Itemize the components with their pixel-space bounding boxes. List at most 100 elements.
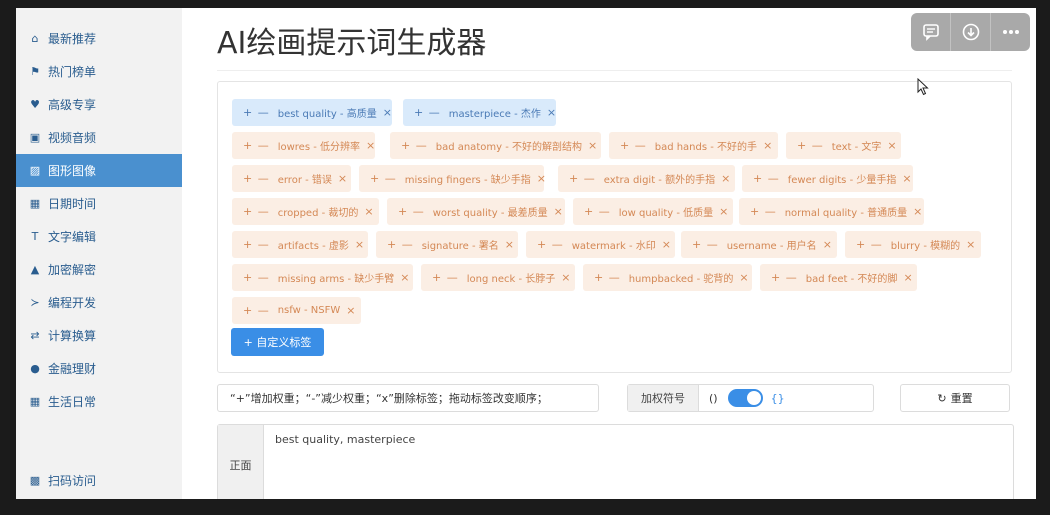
sidebar-item-5[interactable]: ▦ 日期时间 — [16, 187, 182, 220]
negative-tag[interactable]: + — text - 文字 × — [786, 132, 901, 159]
sidebar-item-7[interactable]: ▲ 加密解密 — [16, 253, 182, 286]
weight-adjust-control[interactable]: + — — [432, 271, 459, 284]
negative-tag[interactable]: + — worst quality - 最差质量 × — [387, 198, 565, 225]
add-custom-tag-button[interactable]: + 自定义标签 — [231, 328, 324, 356]
weight-adjust-control[interactable]: + — — [537, 238, 564, 251]
negative-tag[interactable]: + — artifacts - 虚影 × — [232, 231, 368, 258]
sidebar-item-0[interactable]: ⌂ 最新推荐 — [16, 22, 182, 55]
negative-tag[interactable]: + — cropped - 裁切的 × — [232, 198, 379, 225]
remove-tag-icon[interactable]: × — [902, 172, 911, 185]
remove-tag-icon[interactable]: × — [561, 271, 570, 284]
negative-tag[interactable]: + — signature - 署名 × — [376, 231, 518, 258]
weight-adjust-control[interactable]: + — — [243, 304, 270, 317]
weight-adjust-control[interactable]: + — — [750, 205, 777, 218]
selected-tag[interactable]: + — best quality - 高质量 × — [232, 99, 392, 126]
heart-icon: ♥ — [30, 98, 40, 111]
remove-tag-icon[interactable]: × — [739, 271, 748, 284]
negative-tag[interactable]: + — watermark - 水印 × — [526, 231, 675, 258]
weight-adjust-control[interactable]: + — — [584, 205, 611, 218]
remove-tag-icon[interactable]: × — [346, 304, 355, 317]
negative-tag[interactable]: + — blurry - 模糊的 × — [845, 231, 981, 258]
sidebar-item-11[interactable]: ▦ 生活日常 — [16, 385, 182, 418]
remove-tag-icon[interactable]: × — [913, 205, 922, 218]
weight-adjust-control[interactable]: + — — [620, 139, 647, 152]
sidebar-item-3[interactable]: ▣ 视频音频 — [16, 121, 182, 154]
remove-tag-icon[interactable]: × — [903, 271, 912, 284]
sidebar-item-qr-visit[interactable]: ▩ 扫码访问 — [16, 464, 182, 497]
weight-adjust-control[interactable]: + — — [243, 172, 270, 185]
weight-adjust-control[interactable]: + — — [856, 238, 883, 251]
negative-tag[interactable]: + — lowres - 低分辨率 × — [232, 132, 375, 159]
prompt-text[interactable]: best quality, masterpiece — [275, 433, 415, 446]
remove-tag-icon[interactable]: × — [763, 139, 772, 152]
negative-tag[interactable]: + — missing fingers - 缺少手指 × — [359, 165, 546, 192]
remove-tag-icon[interactable]: × — [364, 205, 373, 218]
weight-adjust-control[interactable]: + — — [414, 106, 441, 119]
remove-tag-icon[interactable]: × — [887, 139, 896, 152]
negative-tag[interactable]: + — missing arms - 缺少手臂 × — [232, 264, 413, 291]
weight-adjust-control[interactable]: + — — [387, 238, 414, 251]
remove-tag-icon[interactable]: × — [383, 106, 392, 119]
weight-adjust-control[interactable]: + — — [401, 139, 428, 152]
sidebar-item-1[interactable]: ⚑ 热门榜单 — [16, 55, 182, 88]
sidebar-item-9[interactable]: ⇄ 计算换算 — [16, 319, 182, 352]
negative-tag[interactable]: + — nsfw - NSFW × — [232, 297, 361, 324]
remove-tag-icon[interactable]: × — [588, 139, 597, 152]
weight-adjust-control[interactable]: + — — [569, 172, 596, 185]
weight-adjust-control[interactable]: + — — [594, 271, 621, 284]
negative-tag[interactable]: + — bad feet - 不好的脚 × — [760, 264, 917, 291]
weight-adjust-control[interactable]: + — — [797, 139, 824, 152]
download-button[interactable] — [950, 13, 990, 51]
remove-tag-icon[interactable]: × — [719, 205, 728, 218]
remove-tag-icon[interactable]: × — [505, 238, 514, 251]
weight-adjust-control[interactable]: + — — [243, 106, 270, 119]
remove-tag-icon[interactable]: × — [721, 172, 730, 185]
weight-adjust-control[interactable]: + — — [398, 205, 425, 218]
positive-label: 正面 — [218, 425, 264, 499]
negative-tag[interactable]: + — normal quality - 普通质量 × — [739, 198, 924, 225]
remove-tag-icon[interactable]: × — [338, 172, 347, 185]
negative-tag[interactable]: + — humpbacked - 驼背的 × — [583, 264, 752, 291]
sidebar-item-2[interactable]: ♥ 高级专享 — [16, 88, 182, 121]
remove-tag-icon[interactable]: × — [366, 139, 375, 152]
more-button[interactable] — [990, 13, 1030, 51]
tag-label: humpbacked - 驼背的 — [628, 274, 734, 285]
negative-tag[interactable]: + — error - 错误 × — [232, 165, 351, 192]
comment-icon — [922, 24, 939, 41]
negative-tag[interactable]: + — extra digit - 额外的手指 × — [558, 165, 735, 192]
selected-tag[interactable]: + — masterpiece - 杰作 × — [403, 99, 556, 126]
negative-tag[interactable]: + — bad anatomy - 不好的解剖结构 × — [390, 132, 601, 159]
weight-adjust-control[interactable]: + — — [243, 238, 270, 251]
negative-tag[interactable]: + — bad hands - 不好的手 × — [609, 132, 778, 159]
weight-adjust-control[interactable]: + — — [753, 172, 780, 185]
sidebar-item-6[interactable]: T 文字编辑 — [16, 220, 182, 253]
flag-icon: ⚑ — [30, 65, 40, 78]
remove-tag-icon[interactable]: × — [400, 271, 409, 284]
weight-symbol-toggle[interactable] — [727, 389, 763, 407]
remove-tag-icon[interactable]: × — [355, 238, 364, 251]
remove-tag-icon[interactable]: × — [537, 172, 546, 185]
remove-tag-icon[interactable]: × — [823, 238, 832, 251]
remove-tag-icon[interactable]: × — [662, 238, 671, 251]
weight-adjust-control[interactable]: + — — [243, 271, 270, 284]
comment-button[interactable] — [911, 13, 950, 51]
negative-tag[interactable]: + — fewer digits - 少量手指 × — [742, 165, 913, 192]
sidebar-item-label: 金融理财 — [48, 362, 97, 376]
negative-tag[interactable]: + — long neck - 长脖子 × — [421, 264, 575, 291]
weight-adjust-control[interactable]: + — — [692, 238, 719, 251]
remove-tag-icon[interactable]: × — [554, 205, 563, 218]
negative-tag[interactable]: + — low quality - 低质量 × — [573, 198, 733, 225]
sidebar-item-label: 热门榜单 — [48, 65, 97, 79]
negative-tag[interactable]: + — username - 用户名 × — [681, 231, 837, 258]
weight-adjust-control[interactable]: + — — [771, 271, 798, 284]
weight-adjust-control[interactable]: + — — [370, 172, 397, 185]
sidebar-item-10[interactable]: ● 金融理财 — [16, 352, 182, 385]
weight-adjust-control[interactable]: + — — [243, 139, 270, 152]
weight-adjust-control[interactable]: + — — [243, 205, 270, 218]
reset-button[interactable]: ↻ 重置 — [900, 384, 1010, 412]
sidebar-item-4[interactable]: ▨ 图形图像 — [16, 154, 182, 187]
sidebar-item-8[interactable]: ≻ 编程开发 — [16, 286, 182, 319]
remove-tag-icon[interactable]: × — [547, 106, 556, 119]
tag-label: normal quality - 普通质量 — [784, 208, 908, 219]
remove-tag-icon[interactable]: × — [966, 238, 975, 251]
